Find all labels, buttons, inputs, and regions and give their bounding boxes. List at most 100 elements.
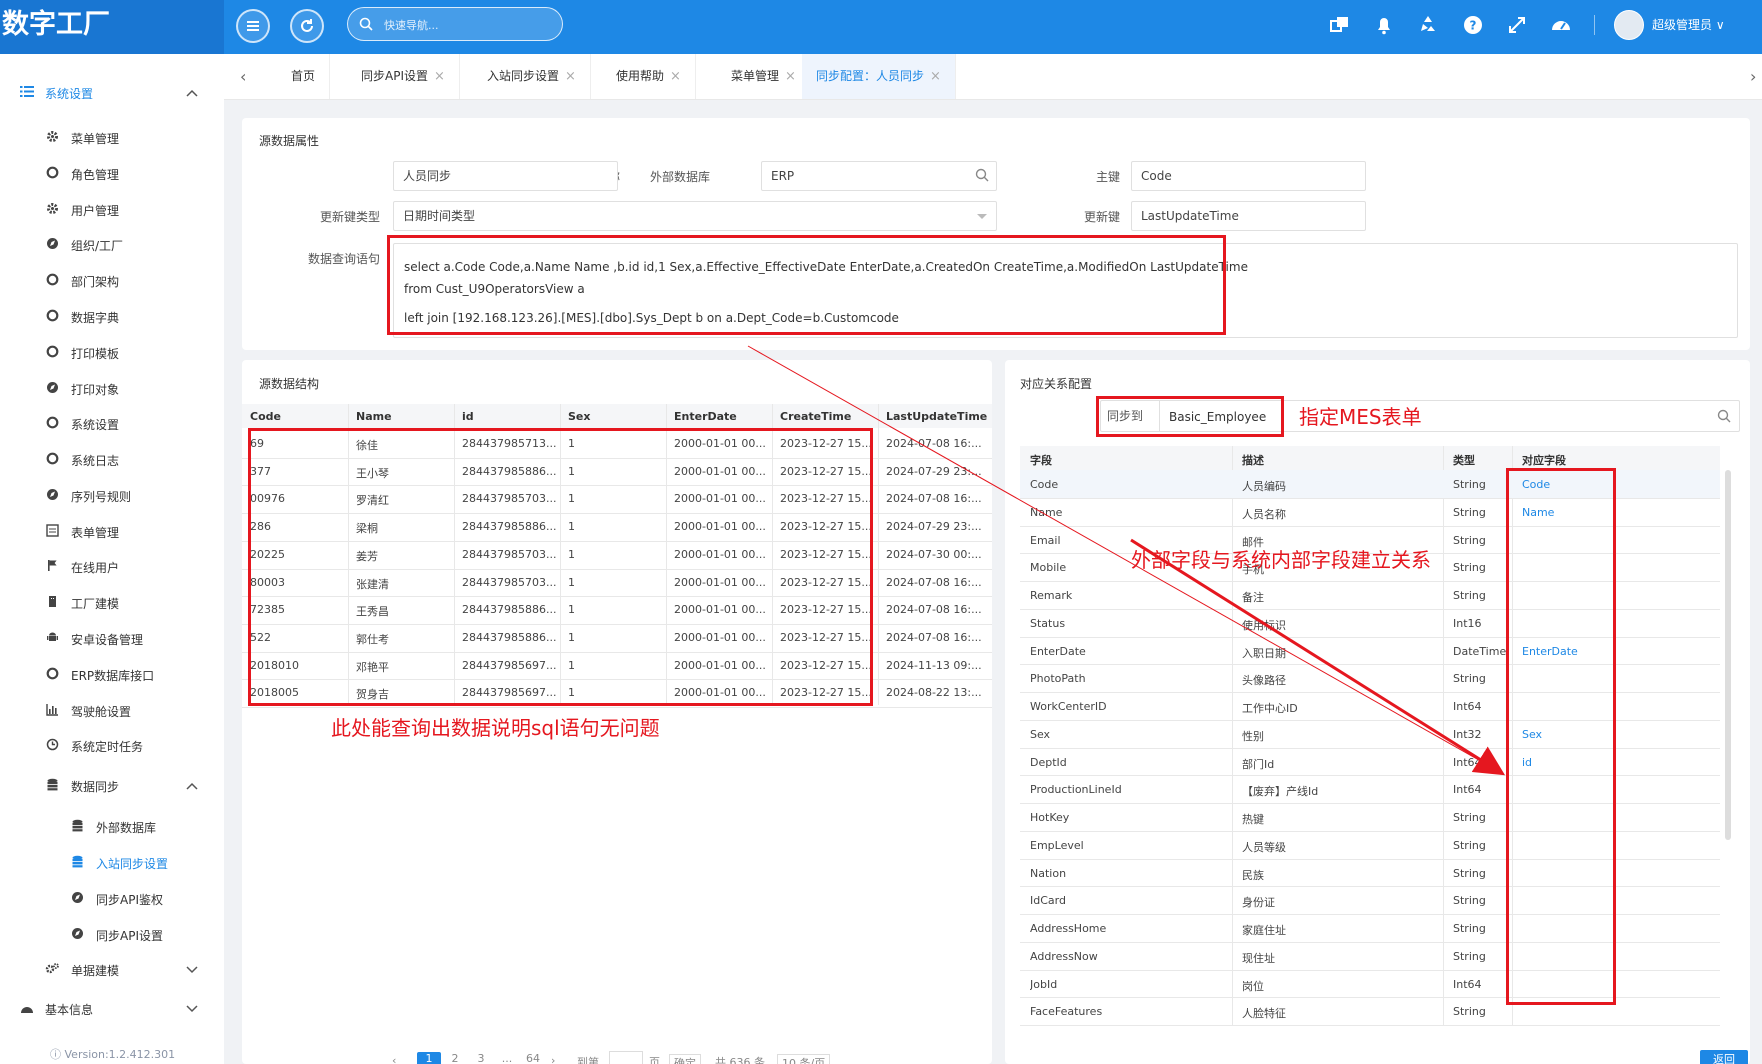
mapping-cell: 民族 [1242,868,1264,882]
mapping-scrollbar[interactable] [1725,470,1731,840]
sidebar-group-basic-info[interactable]: 基本信息 [0,993,224,1023]
recycle-icon[interactable] [1416,13,1440,37]
pager-page[interactable]: ... [495,1052,519,1064]
mapping-header-bg [1020,446,1720,470]
tab[interactable]: 使用帮助 × [602,54,696,99]
extdb-select[interactable]: ERP [761,161,997,191]
sidebar-item[interactable]: 部门架构 [0,265,224,295]
user-menu[interactable]: 超级管理员 ∨ [1652,16,1725,33]
mapping-cell: Name [1030,505,1063,519]
mapping-cell: 热键 [1242,813,1264,826]
sidebar-item[interactable]: 驾驶舱设置 [0,695,224,725]
keytype-select[interactable]: 日期时间类型 [393,201,997,231]
pager-page[interactable]: 3 [469,1052,493,1064]
sidebar-sub-item[interactable]: 同步API设置 [0,919,224,949]
mapping-cell: String [1453,533,1486,547]
updkey-input[interactable]: LastUpdateTime [1131,201,1366,231]
sidebar-item[interactable]: 系统定时任务 [0,730,224,760]
sidebar-sub-item[interactable]: 入站同步设置 [0,847,224,877]
sidebar-item-label: 入站同步设置 [96,857,169,871]
column-header[interactable]: id [462,410,558,423]
sidebar-group-doc-modeling[interactable]: 单据建模 [0,954,224,984]
sidebar-item[interactable]: 表单管理 [0,516,224,546]
mapping-cell: Int64 [1453,977,1482,991]
pager-next-icon[interactable]: › [551,1054,555,1064]
sidebar-sub-item[interactable]: 同步API鉴权 [0,883,224,913]
sidebar-group-data-sync[interactable]: 数据同步 [0,770,224,800]
mapping-column-header[interactable]: 字段 [1030,452,1052,468]
pager-goto-input[interactable] [609,1051,643,1064]
sync-to-search-icon[interactable] [1717,409,1731,423]
menu-toggle-button[interactable] [236,9,270,43]
tab[interactable]: 菜单管理 × [717,54,811,99]
sidebar-item[interactable]: 组织/工厂 [0,229,224,259]
sidebar-group-system[interactable]: 系统设置 [0,77,224,107]
pager-size-select[interactable]: 10 条/页 [777,1054,831,1064]
pager-page[interactable]: 1 [417,1052,441,1064]
column-header[interactable]: Name [356,410,452,423]
mapping-cell: 人员编码 [1242,480,1286,493]
sidebar-item[interactable]: 打印对象 [0,373,224,403]
table-cell: 2024-07-08 16:... [886,492,982,506]
fullscreen-icon[interactable] [1505,13,1529,37]
pager-confirm-button[interactable]: 确定 [669,1054,701,1064]
sidebar-item[interactable]: 系统设置 [0,408,224,438]
close-icon[interactable]: × [785,69,796,84]
mapping-cell: Nation [1030,866,1067,880]
sidebar-item[interactable]: 数据字典 [0,301,224,331]
mapping-column-header[interactable]: 描述 [1242,452,1264,468]
dashboard-icon[interactable] [1549,13,1573,37]
sidebar-item[interactable]: 工厂建模 [0,587,224,617]
quick-nav-search[interactable] [347,7,563,41]
sidebar-item-label: 系统定时任务 [71,740,144,754]
sidebar-sub-item[interactable]: 外部数据库 [0,811,224,841]
avatar[interactable] [1614,10,1644,40]
sidebar-item[interactable]: 角色管理 [0,158,224,188]
column-header[interactable]: EnterDate [674,410,770,423]
sidebar-item[interactable]: 安卓设备管理 [0,623,224,653]
sidebar-item[interactable]: 菜单管理 [0,122,224,152]
bell-icon[interactable] [1372,13,1396,37]
tab-label: 入站同步设置 [487,69,560,83]
search-input[interactable] [384,15,554,35]
mapping-column-header[interactable]: 类型 [1453,452,1475,468]
column-header[interactable]: LastUpdateTime [886,410,990,423]
sidebar-item[interactable]: 用户管理 [0,194,224,224]
mapping-column-header[interactable]: 对应字段 [1522,452,1566,468]
name-input[interactable]: 人员同步 [393,161,618,191]
sidebar-item[interactable]: 系统日志 [0,444,224,474]
column-header[interactable]: CreateTime [780,410,876,423]
table-cell: 2024-07-29 23:... [886,520,982,534]
help-icon[interactable]: ? [1461,13,1485,37]
sidebar-item[interactable]: 在线用户 [0,551,224,581]
column-header[interactable]: Sex [568,410,664,423]
tab[interactable]: 入站同步设置 × [473,54,591,99]
close-icon[interactable]: × [930,69,941,84]
return-button[interactable]: 返回 [1700,1050,1748,1064]
sql-ok-annotation: 此处能查询出数据说明sql语句无问题 [331,716,660,740]
version-text: ⓘ Version:1.2.412.301 [50,1048,176,1061]
tab[interactable]: 首页 [277,54,331,99]
pk-input[interactable]: Code [1131,161,1366,191]
pager-page[interactable]: 64 [521,1052,545,1064]
tab[interactable]: 同步配置：人员同步 × [802,54,956,99]
mapping-cell: AddressHome [1030,922,1107,935]
refresh-button[interactable] [290,9,324,43]
extdb-search-icon[interactable] [975,168,989,182]
close-icon[interactable]: × [565,69,576,84]
tab-label: 使用帮助 [616,69,665,83]
close-icon[interactable]: × [434,69,445,84]
mapping-cell: ProductionLineId [1030,783,1122,797]
pager-prev-icon[interactable]: ‹ [392,1054,396,1064]
sidebar-item[interactable]: ERP数据库接口 [0,659,224,689]
tab-scroll-left-icon[interactable]: ‹ [240,67,246,86]
close-icon[interactable]: × [670,69,681,84]
sidebar-item[interactable]: 打印模板 [0,337,224,367]
sidebar-item[interactable]: 序列号规则 [0,480,224,510]
column-header[interactable]: Code [250,410,346,423]
tab-scroll-right-icon[interactable]: › [1750,67,1756,86]
tab[interactable]: 同步API设置 × [347,54,460,99]
windows-icon[interactable] [1328,13,1352,37]
mapping-cell: Code [1030,478,1059,491]
pager-page[interactable]: 2 [443,1052,467,1064]
